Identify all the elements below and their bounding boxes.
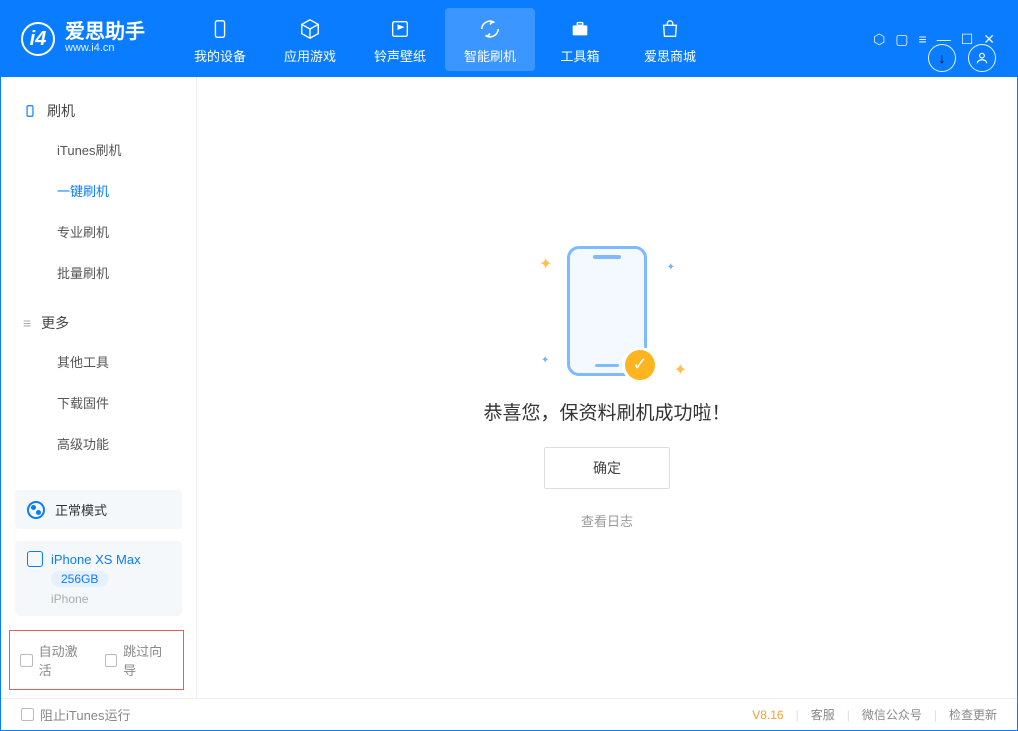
sidebar-section-more: ≡ 更多 [1,305,196,341]
link-support[interactable]: 客服 [811,706,835,723]
nav-ringtones[interactable]: 铃声壁纸 [355,8,445,71]
sidebar-item-pro-flash[interactable]: 专业刷机 [1,211,196,252]
app-url: www.i4.cn [65,42,145,55]
device-type: iPhone [51,592,88,606]
sidebar-section-flash: 刷机 [1,93,196,129]
checkmark-badge-icon: ✓ [622,347,658,383]
app-window: i4 爱思助手 www.i4.cn 我的设备 应用游戏 铃声壁纸 智能刷机 [0,0,1018,731]
checkbox-auto-activate[interactable]: 自动激活 [20,641,89,679]
nav-flash[interactable]: 智能刷机 [445,8,535,71]
phone-illustration-icon: ✓ [567,246,647,376]
device-icon [27,551,43,567]
sidebar-item-download-firmware[interactable]: 下载固件 [1,382,196,423]
titlebar: i4 爱思助手 www.i4.cn 我的设备 应用游戏 铃声壁纸 智能刷机 [1,1,1017,77]
music-icon [355,14,445,44]
sparkle-icon: ✦ [541,355,549,366]
store-icon [625,14,715,44]
device-card[interactable]: iPhone XS Max 256GB iPhone [15,541,182,616]
sidebar-item-itunes-flash[interactable]: iTunes刷机 [1,129,196,170]
sparkle-icon: ✦ [539,254,552,274]
ok-button[interactable]: 确定 [544,447,670,489]
refresh-icon [445,14,535,44]
sidebar-item-batch-flash[interactable]: 批量刷机 [1,252,196,293]
sparkle-icon: ✦ [674,360,687,380]
cube-icon [265,14,355,44]
mode-icon [27,501,45,519]
link-check-update[interactable]: 检查更新 [949,706,997,723]
top-nav: 我的设备 应用游戏 铃声壁纸 智能刷机 工具箱 爱思商城 [175,8,715,71]
link-wechat[interactable]: 微信公众号 [862,706,922,723]
phone-icon [23,104,37,118]
download-button[interactable]: ↓ [928,44,956,72]
view-log-link[interactable]: 查看日志 [581,511,633,530]
body: 刷机 iTunes刷机 一键刷机 专业刷机 批量刷机 ≡ 更多 其他工具 下载固… [1,77,1017,698]
version-label: V8.16 [752,708,783,722]
list-icon: ≡ [23,315,31,331]
device-icon [175,14,265,44]
lock-icon[interactable]: ▢ [895,31,908,48]
account-button[interactable] [968,44,996,72]
app-name: 爱思助手 [65,22,145,42]
statusbar: 阻止iTunes运行 V8.16 | 客服 | 微信公众号 | 检查更新 [1,698,1017,730]
logo: i4 爱思助手 www.i4.cn [21,22,145,56]
success-illustration: ✓ ✦ ✦ ✦ ✦ [567,246,647,376]
menu-icon[interactable]: ≡ [919,31,927,48]
sidebar-item-other-tools[interactable]: 其他工具 [1,341,196,382]
sparkle-icon: ✦ [667,262,675,273]
device-name: iPhone XS Max [51,552,141,567]
nav-my-device[interactable]: 我的设备 [175,8,265,71]
checkbox-skip-guide[interactable]: 跳过向导 [105,641,174,679]
main-content: ✓ ✦ ✦ ✦ ✦ 恭喜您，保资料刷机成功啦！ 确定 查看日志 [197,77,1017,698]
tshirt-icon[interactable]: ⬡ [873,31,885,48]
toolbox-icon [535,14,625,44]
sidebar: 刷机 iTunes刷机 一键刷机 专业刷机 批量刷机 ≡ 更多 其他工具 下载固… [1,77,197,698]
sidebar-item-oneclick-flash[interactable]: 一键刷机 [1,170,196,211]
mode-card[interactable]: 正常模式 [15,490,182,529]
nav-toolbox[interactable]: 工具箱 [535,8,625,71]
nav-store[interactable]: 爱思商城 [625,8,715,71]
storage-badge: 256GB [51,571,108,587]
options-row: 自动激活 跳过向导 [9,630,184,690]
sidebar-item-advanced[interactable]: 高级功能 [1,423,196,464]
logo-icon: i4 [21,22,55,56]
checkbox-block-itunes[interactable]: 阻止iTunes运行 [21,705,131,724]
nav-apps-games[interactable]: 应用游戏 [265,8,355,71]
success-message: 恭喜您，保资料刷机成功啦！ [483,398,730,425]
